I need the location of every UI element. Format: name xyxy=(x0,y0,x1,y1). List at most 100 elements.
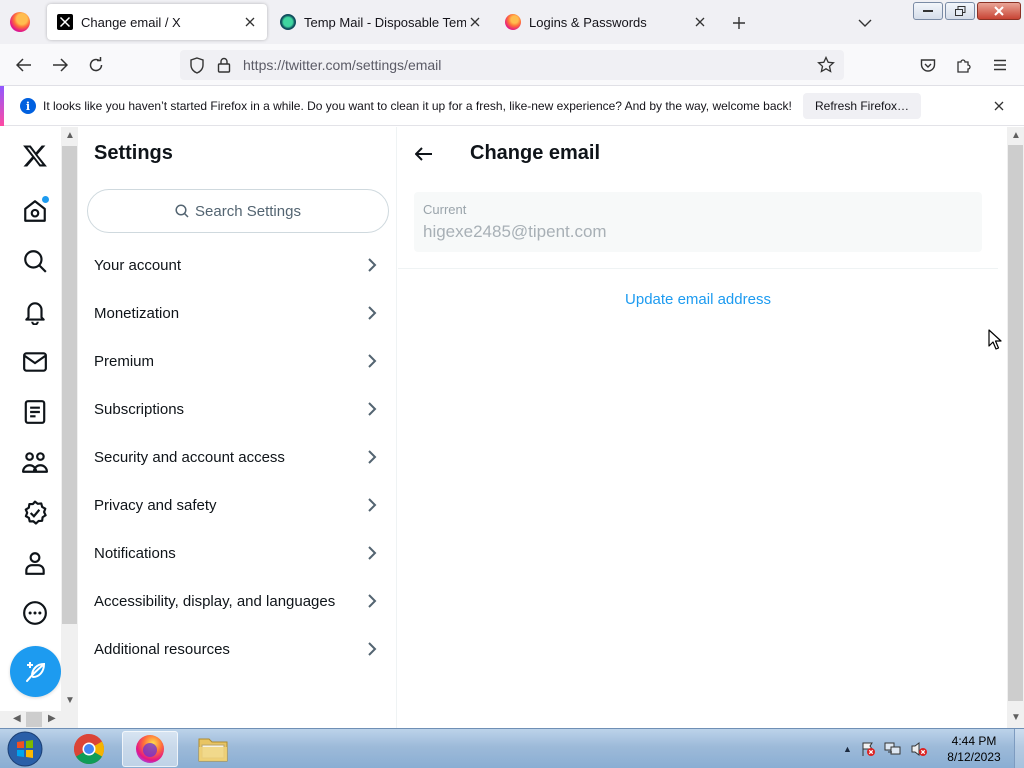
settings-item-security[interactable]: Security and account access xyxy=(79,433,397,481)
show-hidden-icons-icon[interactable]: ▲ xyxy=(843,744,852,754)
taskbar-chrome[interactable] xyxy=(61,731,117,767)
x-primary-nav: ▲ ▼ ◀ ▶ xyxy=(0,127,78,728)
app-menu-button[interactable] xyxy=(985,50,1015,80)
feather-plus-icon xyxy=(25,661,45,682)
left-nav-scrollbar[interactable]: ▲ ▼ xyxy=(61,127,78,728)
forward-button[interactable] xyxy=(45,50,75,80)
plus-icon xyxy=(733,17,745,29)
clock-date: 8/12/2023 xyxy=(947,750,1001,764)
scrollbar-thumb[interactable] xyxy=(26,712,42,727)
communities-icon xyxy=(22,452,48,473)
clock-time: 4:44 PM xyxy=(951,734,997,748)
minimize-button[interactable] xyxy=(913,2,943,20)
nav-lists[interactable] xyxy=(20,397,50,427)
reload-button[interactable] xyxy=(81,50,111,80)
settings-item-additional-resources[interactable]: Additional resources xyxy=(79,625,397,673)
url-text[interactable]: https://twitter.com/settings/email xyxy=(243,57,441,73)
scroll-up-arrow-icon[interactable]: ▲ xyxy=(1011,130,1021,141)
lock-icon[interactable] xyxy=(217,57,231,78)
taskbar-file-explorer[interactable] xyxy=(185,731,241,767)
nav-communities[interactable] xyxy=(20,447,50,477)
tab-title: Change email / X xyxy=(81,14,181,30)
settings-item-subscriptions[interactable]: Subscriptions xyxy=(79,385,397,433)
back-button[interactable] xyxy=(9,50,39,80)
taskbar-firefox[interactable] xyxy=(122,731,178,767)
volume-muted-icon[interactable] xyxy=(910,741,928,757)
page-scrollbar[interactable]: ▲ ▼ xyxy=(1007,127,1024,728)
start-button[interactable] xyxy=(4,730,46,768)
tab-temp-mail[interactable]: Temp Mail - Disposable Tempor xyxy=(270,4,492,40)
scroll-down-arrow-icon[interactable]: ▼ xyxy=(1011,712,1021,723)
tab-title: Temp Mail - Disposable Tempor xyxy=(304,14,466,30)
nav-notifications[interactable] xyxy=(20,297,50,327)
taskbar-clock[interactable]: 4:44 PM 8/12/2023 xyxy=(940,733,1008,765)
close-tab-icon[interactable] xyxy=(241,13,259,31)
update-email-link[interactable]: Update email address xyxy=(398,291,998,308)
scroll-up-arrow-icon[interactable]: ▲ xyxy=(65,130,75,141)
settings-column: Settings Search Settings Your account Mo… xyxy=(79,127,397,728)
scroll-down-arrow-icon[interactable]: ▼ xyxy=(65,695,75,706)
chevron-right-icon xyxy=(368,306,377,320)
nav-explore[interactable] xyxy=(20,246,50,276)
extensions-button[interactable] xyxy=(949,50,979,80)
mail-icon xyxy=(23,352,47,372)
bell-icon xyxy=(25,302,45,325)
settings-item-label: Premium xyxy=(94,352,155,370)
horizontal-scrollbar[interactable]: ◀ ▶ xyxy=(0,711,61,728)
x-logo-icon xyxy=(23,145,47,167)
close-tab-icon[interactable] xyxy=(691,13,709,31)
close-notification-button[interactable] xyxy=(990,98,1008,114)
new-tab-button[interactable] xyxy=(728,12,750,34)
settings-item-your-account[interactable]: Your account xyxy=(79,241,397,289)
chevron-right-icon xyxy=(368,546,377,560)
search-settings-input[interactable]: Search Settings xyxy=(87,189,389,233)
nav-home[interactable] xyxy=(20,196,50,226)
browser-nav-bar: https://twitter.com/settings/email xyxy=(0,44,1024,86)
tab-change-email[interactable]: Change email / X xyxy=(47,4,267,40)
shield-icon[interactable] xyxy=(189,57,205,79)
settings-title: Settings xyxy=(94,142,173,164)
close-window-button[interactable] xyxy=(977,2,1021,20)
settings-item-privacy[interactable]: Privacy and safety xyxy=(79,481,397,529)
back-arrow-button[interactable] xyxy=(412,142,436,166)
show-desktop-button[interactable] xyxy=(1014,729,1024,768)
nav-profile[interactable] xyxy=(20,548,50,578)
restore-button[interactable] xyxy=(945,2,975,20)
settings-item-label: Notifications xyxy=(94,544,176,562)
close-tab-icon[interactable] xyxy=(466,13,484,31)
pocket-button[interactable] xyxy=(913,50,943,80)
bookmark-star-icon[interactable] xyxy=(817,55,835,79)
compose-post-button[interactable] xyxy=(10,646,61,697)
firefox-menu-icon[interactable] xyxy=(10,12,30,32)
scroll-right-arrow-icon[interactable]: ▶ xyxy=(48,713,56,724)
tab-logins-passwords[interactable]: Logins & Passwords xyxy=(495,4,717,40)
arrow-left-icon xyxy=(415,147,432,161)
nav-messages[interactable] xyxy=(20,347,50,377)
firefox-notification-bar: i It looks like you haven’t started Fire… xyxy=(0,86,1024,126)
windows-taskbar: ▲ 4:44 PM 8/12/2023 xyxy=(0,728,1024,768)
folder-icon xyxy=(198,738,228,762)
person-icon xyxy=(25,552,45,575)
minimize-icon xyxy=(923,10,933,12)
nav-verified[interactable] xyxy=(20,498,50,528)
settings-item-label: Your account xyxy=(94,256,182,274)
scrollbar-thumb[interactable] xyxy=(62,146,77,624)
settings-item-notifications[interactable]: Notifications xyxy=(79,529,397,577)
puzzle-icon xyxy=(957,59,971,73)
list-all-tabs-button[interactable] xyxy=(854,12,876,34)
hamburger-menu-icon xyxy=(994,59,1006,71)
browser-tab-strip: Change email / X Temp Mail - Disposable … xyxy=(0,0,1024,44)
action-center-flag-icon[interactable] xyxy=(860,741,876,757)
settings-item-premium[interactable]: Premium xyxy=(79,337,397,385)
refresh-firefox-button[interactable]: Refresh Firefox… xyxy=(803,93,922,119)
scrollbar-thumb[interactable] xyxy=(1008,145,1023,701)
url-bar[interactable]: https://twitter.com/settings/email xyxy=(180,50,844,80)
settings-item-accessibility[interactable]: Accessibility, display, and languages xyxy=(79,577,397,625)
x-home-logo-link[interactable] xyxy=(20,141,50,171)
network-icon[interactable] xyxy=(884,741,902,757)
scroll-left-arrow-icon[interactable]: ◀ xyxy=(13,713,21,724)
chevron-right-icon xyxy=(368,450,377,464)
nav-more[interactable] xyxy=(20,598,50,628)
settings-item-monetization[interactable]: Monetization xyxy=(79,289,397,337)
chrome-icon xyxy=(73,734,105,765)
